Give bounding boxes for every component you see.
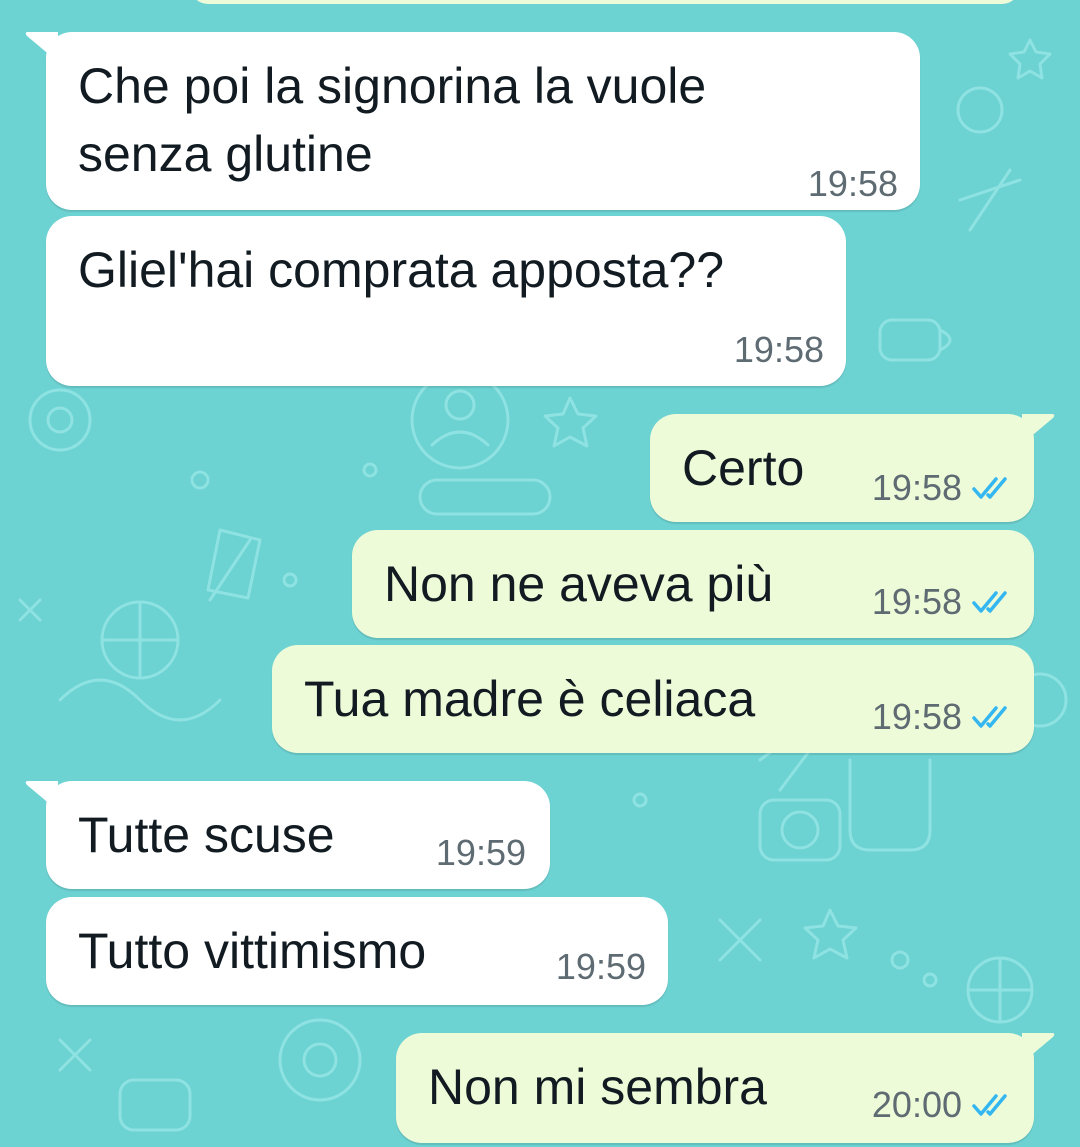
double-check-read-icon — [972, 706, 1007, 728]
message-text-line: Gliel'hai comprata apposta?? — [78, 242, 725, 298]
message-bubble-incoming[interactable]: Tutto vittimismo 19:59 — [46, 897, 668, 1005]
message-bubble-outgoing[interactable]: Certo 19:58 — [650, 414, 1055, 522]
message-time: 19:58 — [871, 696, 962, 737]
message-bubble-outgoing[interactable]: Tua madre è celiaca 19:58 — [272, 645, 1034, 753]
bubble-tail — [25, 781, 58, 811]
double-check-read-icon — [972, 591, 1007, 613]
bubble-tail — [1022, 1033, 1055, 1063]
message-bubble-incoming[interactable]: Tutte scuse 19:59 — [25, 781, 550, 889]
message-bubble-partial — [190, 0, 1020, 4]
message-text-line: Tutte scuse — [78, 807, 335, 863]
message-time: 19:58 — [807, 163, 898, 204]
message-text-line: Non mi sembra — [428, 1059, 767, 1115]
message-bubble-outgoing[interactable]: Non mi sembra 20:00 — [396, 1033, 1055, 1143]
message-time: 19:59 — [435, 832, 526, 873]
message-text-line: Tua madre è celiaca — [304, 671, 756, 727]
message-time: 19:59 — [555, 946, 646, 987]
message-time: 20:00 — [871, 1084, 962, 1125]
message-bubble-outgoing[interactable]: Non ne aveva più 19:58 — [352, 530, 1034, 638]
bubble-tail — [1022, 414, 1055, 444]
message-time: 19:58 — [871, 467, 962, 508]
message-time: 19:58 — [871, 581, 962, 622]
double-check-read-icon — [972, 477, 1007, 499]
message-time: 19:58 — [733, 329, 824, 370]
message-text-line: Che poi la signorina la vuole — [78, 58, 707, 114]
double-check-read-icon — [972, 1094, 1007, 1116]
message-bubble-incoming[interactable]: Che poi la signorina la vuole senza glut… — [25, 32, 920, 210]
message-text-line: Non ne aveva più — [384, 556, 774, 612]
message-text-line: senza glutine — [78, 126, 373, 182]
message-bubble-incoming[interactable]: Gliel'hai comprata apposta?? 19:58 — [46, 216, 846, 386]
message-text-line: Certo — [682, 440, 805, 496]
bubble-tail — [25, 32, 58, 62]
message-text-line: Tutto vittimismo — [78, 923, 427, 979]
